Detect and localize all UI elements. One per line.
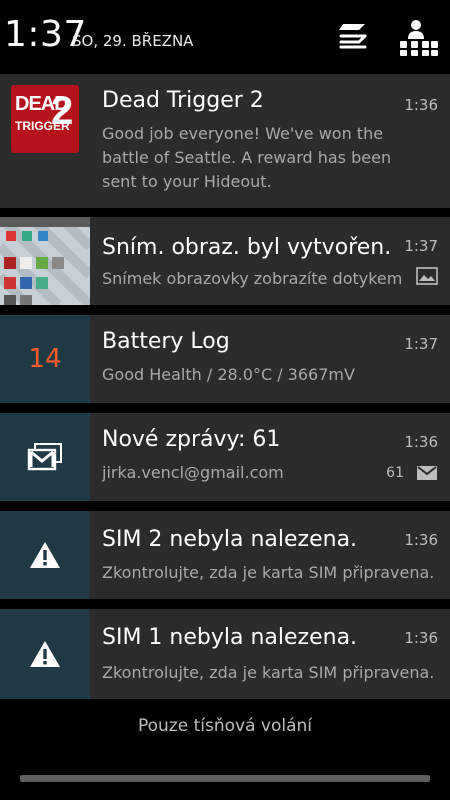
notification-time: 1:36 bbox=[404, 531, 438, 549]
settings-button[interactable] bbox=[333, 16, 373, 56]
text-line-2: battle of Seattle. A reward has been bbox=[102, 148, 392, 167]
quick-settings-grid-icon bbox=[400, 20, 438, 56]
screenshot-thumbnail bbox=[0, 217, 90, 305]
notification-battery-log[interactable]: 14 Battery Log 1:37 Good Health / 28.0°C… bbox=[0, 315, 450, 403]
notification-text: Zkontrolujte, zda je karta SIM připraven… bbox=[102, 563, 435, 582]
notification-screenshot[interactable]: Sním. obraz. byl vytvořen. 1:37 Snímek o… bbox=[0, 217, 450, 305]
notification-sim-1[interactable]: SIM 1 nebyla nalezena. 1:36 Zkontrolujte… bbox=[0, 609, 450, 699]
settings-sliders-icon bbox=[339, 24, 367, 49]
notification-header: 1:37 SO, 29. BŘEZNA bbox=[0, 0, 450, 72]
logo-text-number: 2 bbox=[51, 89, 74, 133]
notification-time: 1:36 bbox=[404, 433, 438, 451]
notification-title: Dead Trigger 2 bbox=[102, 88, 264, 113]
mail-icon bbox=[416, 465, 438, 485]
dead-trigger-2-logo: DEAD TRIGGER 2 bbox=[11, 85, 79, 153]
notification-text: jirka.vencl@gmail.com bbox=[102, 463, 284, 482]
quick-settings-button[interactable] bbox=[396, 16, 438, 56]
warning-icon bbox=[30, 542, 60, 568]
notification-title: SIM 2 nebyla nalezena. bbox=[102, 527, 358, 552]
app-icon-container: DEAD TRIGGER 2 bbox=[0, 74, 90, 208]
gmail-stack-icon bbox=[0, 413, 90, 501]
warning-icon-container bbox=[0, 511, 90, 599]
notification-text: Good Health / 28.0°C / 3667mV bbox=[102, 365, 355, 384]
notification-text: Good job everyone! We've won the battle … bbox=[102, 122, 391, 194]
notification-time: 1:36 bbox=[404, 629, 438, 647]
text-line-1: Good job everyone! We've won the bbox=[102, 124, 384, 143]
emergency-calls-footer: Pouze tísňová volání bbox=[0, 708, 450, 752]
drag-handle[interactable] bbox=[20, 775, 430, 782]
notification-dead-trigger[interactable]: DEAD TRIGGER 2 Dead Trigger 2 1:36 Good … bbox=[0, 74, 450, 208]
notification-text: Snímek obrazovky zobrazíte dotykem. bbox=[102, 269, 402, 288]
notification-time: 1:37 bbox=[404, 335, 438, 353]
picture-icon bbox=[416, 267, 438, 289]
warning-icon-container bbox=[0, 609, 90, 699]
notification-title: Battery Log bbox=[102, 329, 230, 354]
notification-sim-2[interactable]: SIM 2 nebyla nalezena. 1:36 Zkontrolujte… bbox=[0, 511, 450, 599]
notification-time: 1:36 bbox=[404, 96, 438, 114]
notification-title: Sním. obraz. byl vytvořen. bbox=[102, 235, 392, 260]
notification-title: Nové zprávy: 61 bbox=[102, 427, 281, 452]
battery-level: 14 bbox=[0, 315, 90, 403]
message-count: 61 bbox=[386, 465, 404, 481]
notification-title: SIM 1 nebyla nalezena. bbox=[102, 625, 358, 650]
warning-icon bbox=[30, 641, 60, 667]
notification-text: Zkontrolujte, zda je karta SIM připraven… bbox=[102, 663, 435, 682]
notification-time: 1:37 bbox=[404, 237, 438, 255]
text-line-3: sent to your Hideout. bbox=[102, 172, 272, 191]
notification-gmail[interactable]: Nové zprávy: 61 1:36 jirka.vencl@gmail.c… bbox=[0, 413, 450, 501]
screenshot-thumbnail-image bbox=[0, 217, 90, 305]
battery-level-value: 14 bbox=[28, 344, 62, 374]
emergency-calls-label: Pouze tísňová volání bbox=[137, 716, 312, 736]
date: SO, 29. BŘEZNA bbox=[72, 32, 194, 50]
